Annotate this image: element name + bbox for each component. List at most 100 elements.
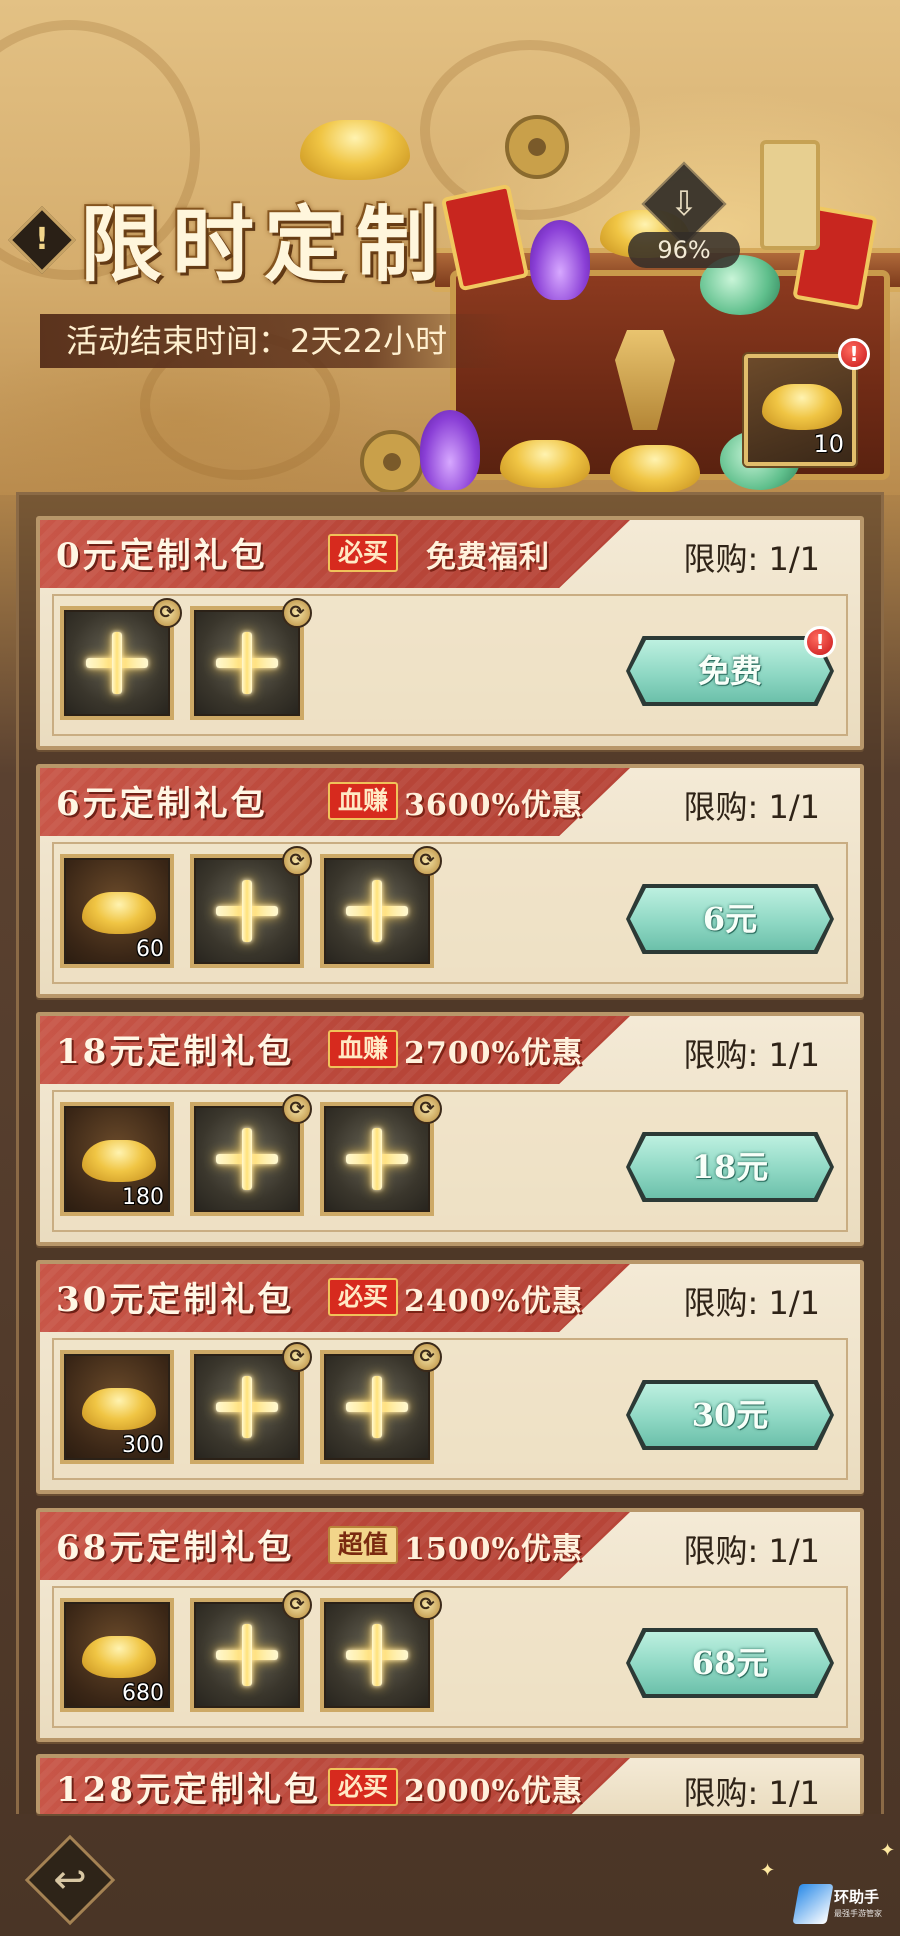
event-banner: ! 限时定制 活动结束时间：2天22小时 ⇩ 96% 10 ! — [0, 0, 900, 495]
item-count: 300 — [122, 1433, 164, 1458]
package-discount: 免费福利 — [426, 540, 550, 575]
reward-item[interactable]: ⟳ — [190, 1094, 312, 1216]
watermark-logo: 环助手 最强手游管家 — [792, 1880, 892, 1928]
purchase-limit: 限购: 1/1 — [683, 1774, 820, 1812]
reward-chest-button[interactable]: 10 ! — [744, 338, 870, 466]
purchase-limit: 限购: 1/1 — [683, 1036, 820, 1074]
reward-item[interactable]: 680 — [60, 1598, 174, 1712]
buy-button[interactable]: 30元 — [630, 1384, 830, 1446]
watermark-name: 环助手 — [834, 1888, 880, 1906]
package-header: 18元定制礼包 血赚 2700%优惠 限购: 1/1 — [40, 1016, 860, 1084]
notification-badge: ! — [838, 338, 870, 370]
swap-icon[interactable]: ⟳ — [282, 1094, 312, 1124]
reward-item[interactable]: ⟳ — [320, 846, 442, 968]
mystery-cross-icon — [216, 880, 278, 942]
swap-icon[interactable]: ⟳ — [282, 598, 312, 628]
package-card: 68元定制礼包 超值 1500%优惠 限购: 1/1 680 ⟳ ⟳ 68元 — [36, 1508, 864, 1742]
package-title: 0元定制礼包 — [56, 536, 268, 576]
back-button[interactable]: ↩ — [24, 1834, 116, 1926]
sparkle-icon: ✦ — [880, 1840, 896, 1861]
package-tag: 必买 — [328, 1768, 399, 1806]
gold-ingot-icon — [82, 1388, 156, 1430]
package-discount: 2000%优惠 — [404, 1774, 584, 1809]
item-count: 680 — [122, 1681, 164, 1706]
swap-icon[interactable]: ⟳ — [152, 598, 182, 628]
mystery-cross-icon — [216, 1128, 278, 1190]
package-header: 0元定制礼包 必买 免费福利 限购: 1/1 — [40, 520, 860, 588]
watermark-mark-icon — [792, 1884, 834, 1924]
reward-item[interactable]: ⟳ — [190, 1342, 312, 1464]
reward-item[interactable]: ⟳ — [60, 598, 182, 720]
notification-badge: ! — [804, 626, 836, 658]
alert-icon[interactable]: ! — [18, 216, 66, 264]
buy-button[interactable]: 免费 — [630, 640, 830, 702]
package-card: 128元定制礼包 必买 2000%优惠 限购: 1/1 — [36, 1754, 864, 1814]
gold-ingot-icon — [82, 1636, 156, 1678]
swap-icon[interactable]: ⟳ — [412, 846, 442, 876]
package-items: 60 ⟳ ⟳ 6元 — [52, 842, 848, 984]
purple-flame-icon — [420, 410, 480, 490]
reward-item[interactable]: ⟳ — [190, 598, 312, 720]
gold-ingot-icon — [500, 440, 590, 488]
package-items: 180 ⟳ ⟳ 18元 — [52, 1090, 848, 1232]
package-card: 30元定制礼包 必买 2400%优惠 限购: 1/1 300 ⟳ ⟳ 30元 — [36, 1260, 864, 1494]
purple-flame-icon — [530, 220, 590, 300]
reward-item[interactable]: ⟳ — [190, 1590, 312, 1712]
mystery-cross-icon — [346, 880, 408, 942]
buy-button[interactable]: 68元 — [630, 1632, 830, 1694]
watermark-subtitle: 最强手游管家 — [834, 1909, 882, 1918]
package-tag: 必买 — [328, 1278, 399, 1316]
package-tag: 血赚 — [328, 782, 399, 820]
swap-icon[interactable]: ⟳ — [412, 1342, 442, 1372]
sparkle-icon: ✦ — [760, 1860, 776, 1881]
package-discount: 3600%优惠 — [404, 788, 584, 823]
mystery-cross-icon — [216, 1376, 278, 1438]
reward-item[interactable]: 180 — [60, 1102, 174, 1216]
reward-item[interactable]: ⟳ — [320, 1094, 442, 1216]
mystery-cross-icon — [346, 1376, 408, 1438]
swap-icon[interactable]: ⟳ — [282, 846, 312, 876]
mystery-cross-icon — [346, 1128, 408, 1190]
gold-ingot-icon — [82, 892, 156, 934]
banknote-icon — [760, 140, 820, 250]
purchase-limit: 限购: 1/1 — [683, 788, 820, 826]
event-end-time: 活动结束时间：2天22小时 — [40, 314, 510, 368]
package-tag: 超值 — [328, 1526, 399, 1564]
buy-button[interactable]: 6元 — [630, 888, 830, 950]
purchase-limit: 限购: 1/1 — [683, 540, 820, 578]
gold-ingot-icon — [300, 120, 410, 180]
package-title: 68元定制礼包 — [56, 1528, 295, 1568]
mystery-cross-icon — [216, 1624, 278, 1686]
swap-icon[interactable]: ⟳ — [412, 1590, 442, 1620]
reward-item[interactable]: 300 — [60, 1350, 174, 1464]
reward-item[interactable]: ⟳ — [190, 846, 312, 968]
download-arrow-icon[interactable]: ⇩ — [654, 174, 714, 234]
item-count: 60 — [136, 937, 164, 962]
package-header: 128元定制礼包 必买 2000%优惠 限购: 1/1 — [40, 1758, 860, 1814]
package-title: 30元定制礼包 — [56, 1280, 295, 1320]
reward-item[interactable]: ⟳ — [320, 1590, 442, 1712]
reward-item[interactable]: 60 — [60, 854, 174, 968]
gold-ingot-icon — [610, 445, 700, 493]
package-title: 6元定制礼包 — [56, 784, 268, 824]
buy-button[interactable]: 18元 — [630, 1136, 830, 1198]
swap-icon[interactable]: ⟳ — [412, 1094, 442, 1124]
package-header: 68元定制礼包 超值 1500%优惠 限购: 1/1 — [40, 1512, 860, 1580]
package-tag: 血赚 — [328, 1030, 399, 1068]
package-discount: 2400%优惠 — [404, 1284, 584, 1319]
reward-item[interactable]: ⟳ — [320, 1342, 442, 1464]
package-title: 128元定制礼包 — [56, 1770, 321, 1810]
mystery-cross-icon — [86, 632, 148, 694]
coin-icon — [360, 430, 424, 494]
gold-ingot-icon — [82, 1140, 156, 1182]
package-items: ⟳ ⟳ 免费 ! — [52, 594, 848, 736]
mystery-cross-icon — [216, 632, 278, 694]
package-items: 680 ⟳ ⟳ 68元 — [52, 1586, 848, 1728]
package-card: 6元定制礼包 血赚 3600%优惠 限购: 1/1 60 ⟳ ⟳ 6元 — [36, 764, 864, 998]
reward-count: 10 — [813, 430, 844, 458]
package-discount: 1500%优惠 — [404, 1532, 584, 1567]
swap-icon[interactable]: ⟳ — [282, 1590, 312, 1620]
package-header: 30元定制礼包 必买 2400%优惠 限购: 1/1 — [40, 1264, 860, 1332]
swap-icon[interactable]: ⟳ — [282, 1342, 312, 1372]
package-header: 6元定制礼包 血赚 3600%优惠 限购: 1/1 — [40, 768, 860, 836]
